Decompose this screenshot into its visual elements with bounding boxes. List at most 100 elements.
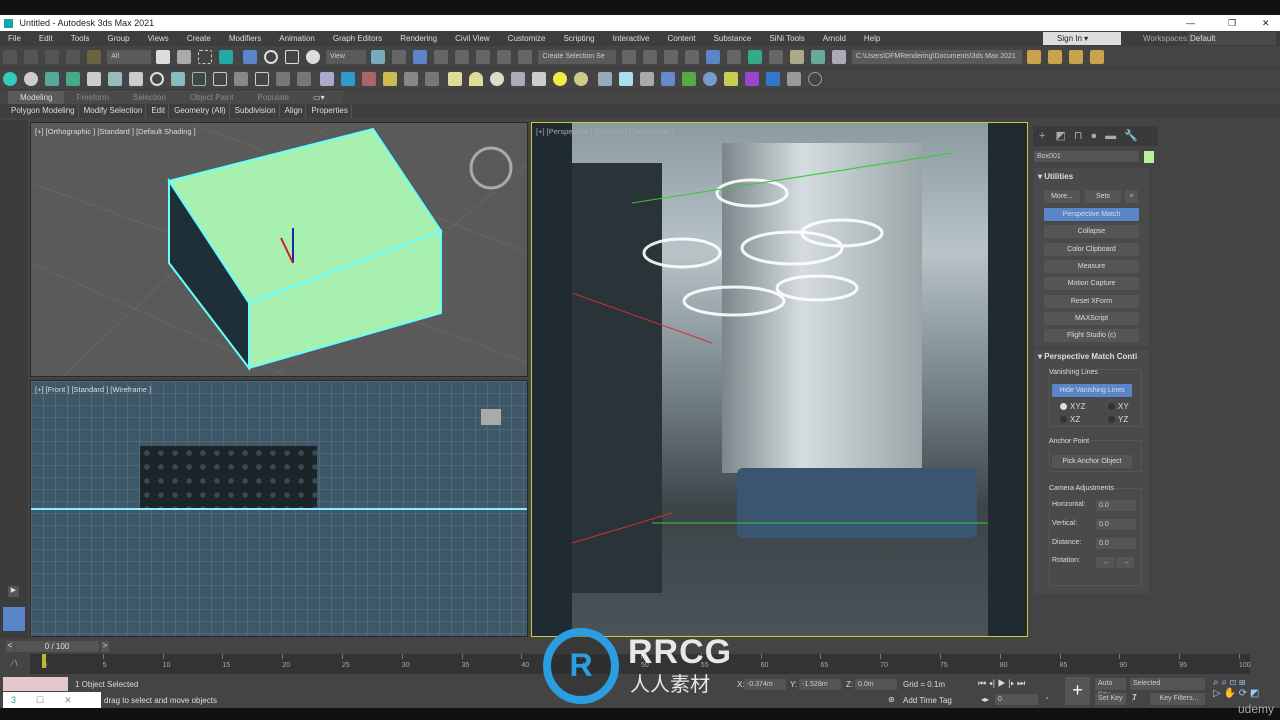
orbit-icon[interactable]: ⟳ (1239, 688, 1247, 699)
rotate-right-button[interactable]: → (1116, 557, 1134, 568)
render-setup-icon[interactable] (789, 50, 804, 64)
project-path-dropdown[interactable]: C:\Users\DFMRendering\Documents\3ds Max … (851, 50, 1022, 64)
panel-edit[interactable]: Edit (148, 104, 170, 118)
layers-icon[interactable] (171, 72, 185, 86)
go-to-end-icon[interactable]: ⏭ (1017, 678, 1025, 688)
zoom-all-icon[interactable]: ⌕ (1221, 677, 1227, 688)
radio-xz[interactable]: XZ (1060, 415, 1080, 424)
redo-icon[interactable] (24, 50, 38, 64)
radio-xy[interactable]: XY (1108, 402, 1129, 411)
pan-icon[interactable]: ✋ (1223, 688, 1235, 699)
panel-icon[interactable] (87, 72, 101, 86)
light-lister-icon[interactable] (383, 72, 398, 86)
dope-sheet-icon[interactable] (747, 50, 762, 64)
open-project-icon[interactable] (1048, 50, 1063, 64)
horizontal-spinner[interactable]: 0.0 (1096, 500, 1136, 511)
hierarchy-tab-icon[interactable]: ⊓ (1074, 130, 1083, 142)
window-crossing-icon[interactable] (219, 50, 234, 64)
layer-explorer-icon[interactable] (684, 50, 699, 64)
dome-icon[interactable] (469, 72, 484, 86)
project-settings-icon[interactable] (1069, 50, 1084, 64)
menu-arnold[interactable]: Arnold (823, 31, 846, 46)
ribbon-options-icon[interactable]: ▭▾ (301, 91, 337, 104)
go-to-start-icon[interactable]: ⏮ (978, 678, 986, 688)
bind-space-warp-icon[interactable] (87, 50, 101, 64)
radio-xyz[interactable]: XYZ (1060, 402, 1086, 411)
door-icon[interactable] (129, 72, 143, 86)
zoom-extents-all-icon[interactable]: ⊞ (1239, 677, 1245, 688)
angle-snap-icon[interactable] (455, 50, 470, 64)
maximize-viewport-icon[interactable]: ◩ (1250, 688, 1259, 699)
key-mode-icon[interactable]: ◂▸ (981, 695, 989, 704)
tab-populate[interactable]: Populate (245, 91, 301, 104)
scatter-icon[interactable] (639, 72, 654, 86)
select-object-icon[interactable] (156, 50, 171, 64)
maxscript-listener-mini[interactable] (3, 677, 68, 691)
prev-frame-button[interactable]: < (6, 641, 14, 652)
current-frame-field[interactable]: 0 (995, 694, 1038, 705)
close-button[interactable]: ✕ (1262, 15, 1270, 31)
minimize-button[interactable]: — (1186, 15, 1195, 31)
tree-icon[interactable] (108, 72, 122, 86)
select-by-name-icon[interactable] (177, 50, 192, 64)
utilities-title[interactable]: ▾ Utilities (1038, 172, 1073, 181)
menu-sini-tools[interactable]: SiNi Tools (769, 31, 804, 46)
box-icon[interactable] (255, 72, 269, 86)
pivot-icon[interactable] (371, 50, 386, 64)
project-browse-icon[interactable] (1090, 50, 1105, 64)
color-dots-icon[interactable] (723, 72, 738, 86)
z-coordinate[interactable]: 0.0m (855, 679, 897, 690)
current-frame-marker[interactable] (42, 654, 46, 668)
time-tag-icon[interactable]: ⊛ (888, 695, 895, 704)
menu-customize[interactable]: Customize (508, 31, 546, 46)
maximize-button[interactable]: ❐ (1228, 15, 1236, 31)
time-slider-thumb[interactable]: 0 / 100 (15, 641, 99, 652)
frame-icon[interactable] (213, 72, 227, 86)
select-manipulate-icon[interactable] (392, 50, 407, 64)
viewport-front[interactable]: [+] [Front ] [Standard ] [Wireframe ] (30, 380, 528, 637)
clipboard-icon[interactable] (786, 72, 801, 86)
tab-modeling[interactable]: Modeling (8, 91, 65, 104)
set-key-big-button[interactable]: + (1065, 677, 1090, 705)
panel-polygon-modeling[interactable]: Polygon Modeling (8, 104, 79, 118)
reset-xform-button[interactable]: Reset XForm (1044, 295, 1139, 308)
shader-icon[interactable] (618, 72, 633, 86)
panel-geometry[interactable]: Geometry (All) (171, 104, 230, 118)
menu-animation[interactable]: Animation (279, 31, 315, 46)
material-teapot-icon[interactable] (320, 72, 335, 86)
pick-anchor-object-button[interactable]: Pick Anchor Object (1052, 455, 1132, 468)
collapse-button[interactable]: Collapse (1044, 225, 1139, 238)
move-icon[interactable] (242, 50, 257, 64)
physical-camera-icon[interactable] (404, 72, 419, 86)
spinner-snap-icon[interactable] (497, 50, 512, 64)
menu-file[interactable]: File (8, 31, 21, 46)
object-color-swatch[interactable] (1144, 151, 1154, 163)
project-folder-icon[interactable] (1027, 50, 1042, 64)
tab-selection[interactable]: Selection (121, 91, 178, 104)
modify-tab-icon[interactable]: ◩ (1055, 130, 1065, 142)
menu-scripting[interactable]: Scripting (563, 31, 594, 46)
close-icon[interactable]: ✕ (64, 695, 72, 705)
hide-vanishing-lines-button[interactable]: Hide Vanishing Lines (1052, 384, 1132, 397)
grass-icon[interactable] (681, 72, 696, 86)
rotate-left-button[interactable]: ← (1096, 557, 1114, 568)
reference-coord-dropdown[interactable]: View (325, 50, 366, 64)
fov-icon[interactable]: ▷ (1213, 688, 1221, 699)
workspace-select[interactable]: Default (1188, 32, 1276, 45)
display-tab-icon[interactable]: ▬ (1105, 130, 1116, 142)
motion-capture-button[interactable]: Motion Capture (1044, 277, 1139, 290)
cone-icon[interactable] (532, 72, 547, 86)
gear-blue-icon[interactable] (660, 72, 675, 86)
set-key-button[interactable]: Set Key (1095, 693, 1126, 705)
menu-tools[interactable]: Tools (71, 31, 90, 46)
menu-edit[interactable]: Edit (39, 31, 53, 46)
place-icon[interactable] (305, 50, 320, 64)
menu-civil-view[interactable]: Civil View (455, 31, 490, 46)
viewport-perspective[interactable]: [+] [Perspective ] [Standard ] [Wirefram… (531, 122, 1028, 637)
key-filters-button[interactable]: Key Filters... (1150, 693, 1205, 705)
mirror-icon[interactable] (621, 50, 636, 64)
viewport-label[interactable]: [+] [Orthographic ] [Standard ] [Default… (35, 127, 196, 136)
sets-button[interactable]: Sets (1085, 190, 1121, 203)
render-icon[interactable] (831, 50, 846, 64)
tab-object-paint[interactable]: Object Paint (178, 91, 246, 104)
